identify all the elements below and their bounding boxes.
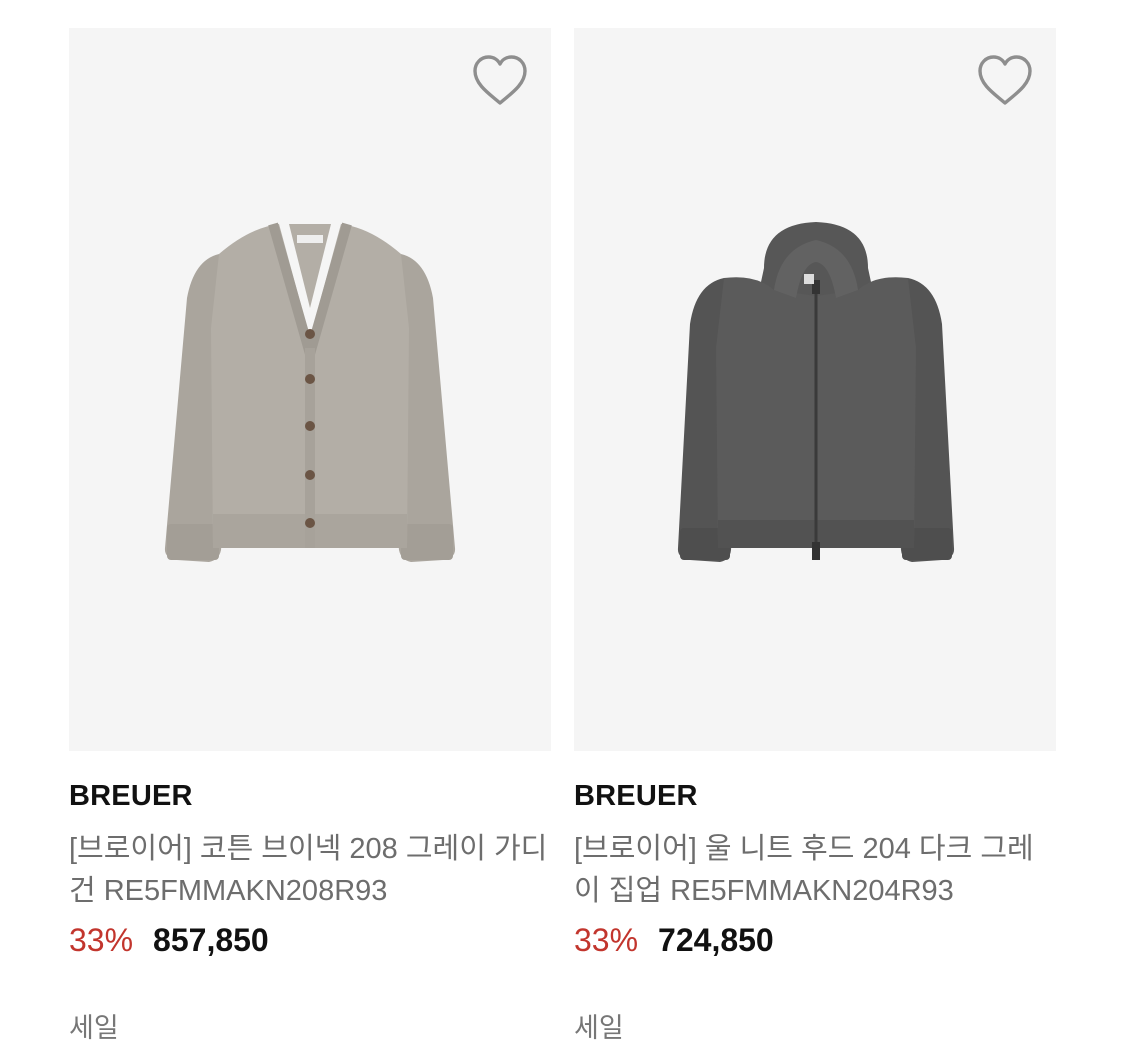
product-brand[interactable]: BREUER [69, 780, 193, 813]
cardigan-image [164, 222, 456, 562]
product-title[interactable]: [브로이어] 코튼 브이넥 208 그레이 가디건 RE5FMMAKN208R9… [69, 828, 551, 912]
sale-tag: 세일 [69, 1013, 119, 1043]
sale-tag: 세일 [574, 1013, 624, 1043]
product-title[interactable]: [브로이어] 울 니트 후드 204 다크 그레이 집업 RE5FMMAKN20… [574, 828, 1056, 912]
price-row: 33% 857,850 [69, 920, 269, 960]
product-price: 724,850 [658, 922, 774, 958]
product-image-area[interactable] [574, 28, 1056, 751]
hooded-zip-up-image [677, 222, 955, 562]
price-row: 33% 724,850 [574, 920, 774, 960]
discount-rate: 33% [69, 922, 134, 958]
product-image-area[interactable] [69, 28, 551, 751]
product-brand[interactable]: BREUER [574, 780, 698, 813]
product-card[interactable]: BREUER [브로이어] 코튼 브이넥 208 그레이 가디건 RE5FMMA… [69, 28, 551, 1043]
discount-rate: 33% [574, 922, 639, 958]
product-price: 857,850 [153, 922, 269, 958]
wishlist-heart-icon[interactable] [976, 54, 1034, 108]
wishlist-heart-icon[interactable] [471, 54, 529, 108]
product-card[interactable]: BREUER [브로이어] 울 니트 후드 204 다크 그레이 집업 RE5F… [574, 28, 1056, 1043]
